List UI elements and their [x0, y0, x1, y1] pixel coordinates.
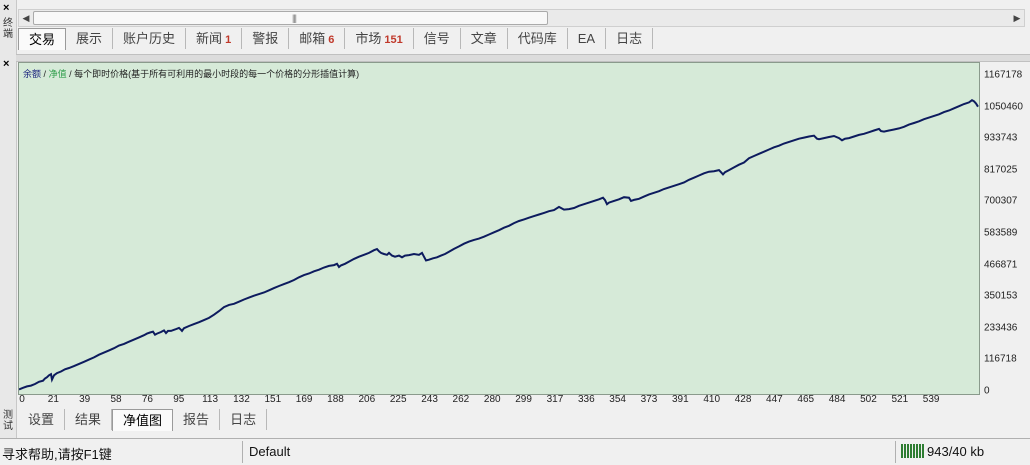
x-tick-label: 465 [797, 394, 815, 405]
scroll-left-arrow-icon[interactable]: ◀ [19, 10, 33, 26]
tab-label: 信号 [423, 31, 450, 46]
x-tick-label: 206 [358, 394, 376, 405]
status-help-text: 寻求帮助,请按F1键 [2, 447, 112, 462]
x-tick-label: 39 [79, 394, 91, 405]
y-tick-label: 0 [984, 385, 990, 397]
tab-terminal-11[interactable]: 日志 [606, 28, 654, 49]
x-tick-label: 502 [860, 394, 877, 405]
x-tick-label: 243 [421, 394, 438, 405]
tester-side-label[interactable]: 测试 [1, 410, 15, 432]
x-tick-label: 225 [389, 394, 407, 405]
x-tick-label: 299 [515, 394, 532, 405]
y-axis-labels: 1167178 1050460 933743 817025 700307 583589 46… [980, 62, 1030, 397]
x-tick-label: 539 [922, 394, 940, 405]
tab-label: 账户历史 [123, 31, 176, 46]
tester-tab-bar: 设置 结果 净值图 报告 日志 [18, 409, 268, 431]
y-tick-label: 700307 [984, 195, 1018, 207]
tab-tester-3[interactable]: 报告 [173, 409, 221, 430]
tab-label: 日志 [616, 31, 643, 46]
x-tick-label: 76 [141, 394, 153, 405]
tab-tester-0[interactable]: 设置 [18, 409, 66, 430]
tab-terminal-7[interactable]: 信号 [414, 28, 461, 49]
equity-chart: 余额 / 净值 / 每个即时价格(基于所有可利用的最小时段的每一个价格的分形插值… [18, 62, 980, 395]
y-tick-label: 583589 [984, 227, 1018, 239]
y-tick-label: 817025 [984, 164, 1018, 176]
equity-chart-plot [19, 99, 979, 391]
x-tick-label: 336 [577, 394, 595, 405]
tab-terminal-2[interactable]: 账户历史 [113, 28, 187, 49]
x-tick-label: 447 [766, 394, 783, 405]
status-traffic: 943/40 kb [927, 444, 985, 459]
x-tick-label: 521 [891, 394, 909, 405]
y-tick-label: 933743 [984, 132, 1018, 144]
y-tick-label: 350153 [984, 290, 1018, 302]
tab-label: 代码库 [517, 31, 557, 46]
close-tester-icon[interactable]: × [3, 58, 9, 70]
scroll-right-arrow-icon[interactable]: ▶ [1010, 10, 1024, 26]
y-tick-label: 233436 [984, 322, 1018, 334]
tab-label: 新闻 [196, 31, 223, 46]
status-divider [242, 441, 243, 463]
x-tick-label: 132 [233, 394, 250, 405]
x-tick-label: 280 [483, 394, 501, 405]
tab-count-badge: 1 [225, 34, 232, 46]
x-tick-label: 428 [734, 394, 752, 405]
tab-count-badge: 151 [384, 34, 403, 46]
status-profile: Default [249, 444, 291, 459]
tab-tester-2[interactable]: 净值图 [112, 409, 174, 431]
panel-splitter[interactable] [16, 54, 1030, 62]
x-tick-label: 391 [672, 394, 689, 405]
tab-tester-4[interactable]: 日志 [220, 409, 268, 430]
x-tick-label: 113 [202, 394, 219, 405]
tab-terminal-10[interactable]: EA [568, 28, 607, 49]
terminal-horizontal-scrollbar[interactable]: ◀ ||| ▶ [18, 9, 1025, 27]
terminal-tab-bar: 交易 展示 账户历史 新闻 1 警报 邮箱 6 市场 151 信号 文章 代码库 EA 日志 [18, 28, 654, 50]
tab-count-badge: 6 [328, 34, 335, 46]
close-terminal-icon[interactable]: × [3, 2, 9, 14]
tab-terminal-1[interactable]: 展示 [66, 28, 114, 49]
tab-label: 展示 [76, 31, 103, 46]
x-tick-label: 169 [295, 394, 313, 405]
tab-tester-1[interactable]: 结果 [65, 409, 113, 430]
x-tick-label: 0 [19, 394, 25, 405]
x-tick-label: 262 [452, 394, 470, 405]
x-axis-labels: 0 21 39 58 76 95 113 132 151 169 188 206 225 243 262 28… [18, 393, 978, 407]
tab-terminal-8[interactable]: 文章 [461, 28, 508, 49]
tab-terminal-6[interactable]: 市场 151 [345, 28, 414, 49]
terminal-side-label[interactable]: 终端 [1, 18, 15, 40]
tab-label: 邮箱 [299, 31, 326, 46]
x-tick-label: 151 [264, 394, 282, 405]
balance-series-line [19, 99, 979, 391]
status-bar: 寻求帮助,请按F1键 Default 943/40 kb [0, 438, 1030, 465]
tab-label: 交易 [29, 32, 56, 47]
tab-label: 市场 [355, 31, 382, 46]
x-tick-label: 410 [703, 394, 721, 405]
tab-terminal-0[interactable]: 交易 [18, 28, 67, 50]
connection-bars-icon [901, 444, 924, 458]
x-tick-label: 58 [110, 394, 122, 405]
x-tick-label: 354 [609, 394, 626, 405]
y-tick-label: 466871 [984, 259, 1018, 271]
status-divider [895, 441, 896, 463]
y-tick-label: 116718 [984, 353, 1017, 365]
tab-label: 文章 [470, 31, 497, 46]
x-tick-label: 317 [546, 394, 564, 405]
tab-terminal-5[interactable]: 邮箱 6 [289, 28, 346, 49]
left-panel-strip: × 终端 × 测试 [0, 0, 17, 438]
x-tick-label: 373 [640, 394, 658, 405]
tab-terminal-4[interactable]: 警报 [242, 28, 290, 49]
x-tick-label: 95 [173, 394, 185, 405]
tab-label: EA [577, 31, 596, 46]
scrollbar-thumb[interactable]: ||| [33, 11, 548, 25]
grip-icon: ||| [292, 13, 297, 23]
tab-label: 警报 [252, 31, 279, 46]
tab-terminal-9[interactable]: 代码库 [508, 28, 568, 49]
x-tick-label: 188 [327, 394, 344, 405]
y-tick-label: 1050460 [984, 101, 1023, 113]
x-tick-label: 484 [828, 394, 846, 405]
x-tick-label: 21 [47, 394, 59, 405]
y-tick-label: 1167178 [984, 69, 1023, 81]
tab-terminal-3[interactable]: 新闻 1 [186, 28, 243, 49]
